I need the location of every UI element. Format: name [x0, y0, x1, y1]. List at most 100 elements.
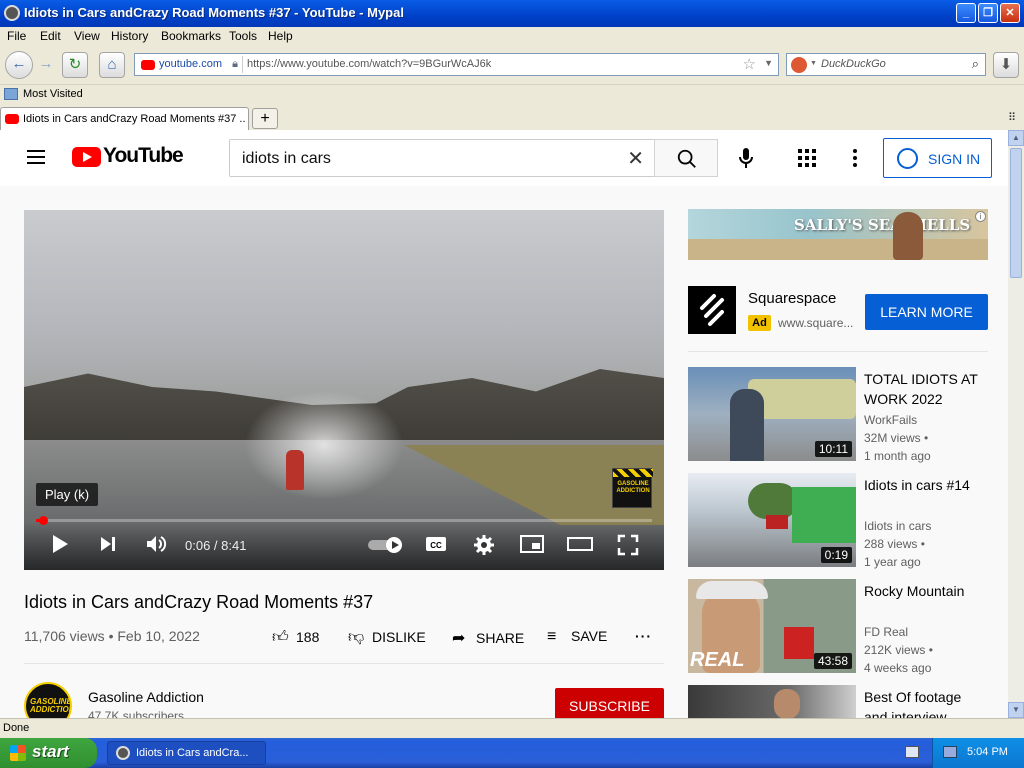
tab-active[interactable]: Idiots in Cars andCrazy Road Moments #37… [0, 107, 249, 130]
scroll-down-icon[interactable]: ▼ [1008, 702, 1024, 718]
menu-help[interactable]: Help [268, 29, 293, 43]
clock[interactable]: 5:04 PM [967, 746, 1008, 758]
youtube-search-button[interactable] [654, 139, 718, 177]
miniplayer-icon[interactable] [520, 534, 544, 554]
engine-dropdown-icon[interactable]: ▼ [810, 60, 817, 67]
back-button[interactable]: ← [5, 51, 33, 79]
page-scrollbar[interactable]: ▲ ▼ [1008, 130, 1024, 718]
fullscreen-icon[interactable] [617, 534, 639, 556]
download-arrow-icon: ⬇ [999, 56, 1013, 73]
start-button[interactable]: start [0, 738, 97, 768]
forward-button[interactable]: → [33, 52, 59, 78]
search-bar[interactable]: ▼ DuckDuckGo ⌕ [786, 53, 986, 76]
tab-bar: Idiots in Cars andCrazy Road Moments #37… [0, 105, 1024, 130]
youtube-logo-icon[interactable] [72, 147, 101, 167]
minimize-button[interactable]: _ [956, 3, 976, 23]
magnifier-icon [677, 149, 696, 168]
scrollbar-thumb[interactable] [1010, 148, 1022, 278]
settings-gear-icon[interactable] [473, 534, 495, 556]
channel-avatar[interactable]: GASOLINE ADDICTION [24, 682, 72, 718]
channel-watermark[interactable]: GASOLINE ADDICTION [612, 468, 653, 508]
learn-more-button[interactable]: LEARN MORE [865, 294, 988, 330]
navigation-toolbar: ← → ↻ ⌂ youtube.com 🔒︎ https://www.youtu… [0, 46, 1024, 84]
network-tray-icon[interactable] [943, 746, 957, 758]
taskbar-window-label: Idiots in Cars andCra... [136, 747, 249, 759]
video-frame-sky [24, 210, 664, 410]
menu-bookmarks[interactable]: Bookmarks [161, 29, 221, 43]
video-frame-spray [244, 390, 404, 500]
window-title-bar[interactable]: Idiots in Cars andCrazy Road Moments #37… [0, 0, 1024, 27]
video-thumbnail[interactable] [688, 685, 856, 718]
video-age: 1 year ago [864, 555, 921, 569]
youtube-search-input[interactable]: idiots in cars ✕ [229, 139, 655, 177]
menu-file[interactable]: File [7, 29, 26, 43]
recommended-video[interactable]: Best Of footage and interview [688, 685, 988, 718]
video-thumbnail[interactable]: 10:11 [688, 367, 856, 461]
clear-search-icon[interactable]: ✕ [627, 146, 644, 171]
status-text: Done [3, 722, 30, 734]
share-label: SHARE [476, 630, 525, 646]
search-query: idiots in cars [242, 150, 331, 167]
downloads-button[interactable]: ⬇ [993, 52, 1019, 78]
bookmarks-toolbar: Most Visited [0, 84, 1024, 105]
youtube-logo-text[interactable]: YouTube [103, 144, 184, 168]
video-thumbnail[interactable]: REAL 43:58 [688, 579, 856, 673]
more-actions-icon[interactable]: ··· [635, 628, 652, 644]
sponsored-ad[interactable]: Squarespace Ad www.square... LEARN MORE [688, 286, 988, 336]
youtube-favicon-icon [141, 60, 155, 70]
recommended-video[interactable]: 0:19 Idiots in cars #14 Idiots in cars 2… [688, 473, 988, 569]
apps-grid-icon[interactable] [798, 149, 816, 167]
thumbs-down-icon: 👎︎ [348, 629, 365, 646]
thumb-bus [792, 487, 856, 543]
subscribe-button[interactable]: SUBSCRIBE [555, 688, 664, 718]
keyboard-tray-icon[interactable] [905, 746, 919, 758]
bookmark-star-icon[interactable]: ☆ [743, 55, 756, 73]
menu-edit[interactable]: Edit [40, 29, 61, 43]
subtitles-icon[interactable]: CC [425, 534, 447, 554]
ad-banner[interactable]: SALLY'S SEASHELLS i [688, 209, 988, 260]
recommended-video[interactable]: REAL 43:58 Rocky Mountain FD Real 212K v… [688, 579, 988, 675]
reload-button[interactable]: ↻ [62, 52, 88, 78]
close-button[interactable]: ✕ [1000, 3, 1020, 23]
video-player[interactable]: GASOLINE ADDICTION Play (k) 0:06 / 8:41 … [24, 210, 664, 570]
theater-mode-icon[interactable] [567, 534, 593, 554]
channel-avatar-text: GASOLINE ADDICTION [30, 697, 72, 714]
channel-name[interactable]: Gasoline Addiction [88, 689, 204, 705]
autoplay-toggle-icon[interactable] [368, 536, 404, 554]
share-button[interactable]: ➦ SHARE [452, 628, 524, 648]
volume-icon[interactable] [145, 534, 167, 554]
url-dropdown-icon[interactable]: ▼ [764, 58, 773, 68]
ad-info-icon[interactable]: i [975, 211, 986, 222]
video-views: 212K views • [864, 643, 933, 657]
maximize-button[interactable]: ❐ [978, 3, 998, 23]
recommended-video[interactable]: 10:11 TOTAL IDIOTS AT WORK 2022 WorkFail… [688, 367, 988, 463]
microphone-icon[interactable] [737, 147, 755, 169]
sign-in-label: SIGN IN [928, 151, 981, 167]
taskbar-window-button[interactable]: Idiots in Cars andCra... [107, 741, 266, 765]
search-icon[interactable]: ⌕ [972, 56, 979, 72]
menu-view[interactable]: View [74, 29, 100, 43]
new-tab-button[interactable]: + [252, 108, 278, 129]
address-bar[interactable]: youtube.com 🔒︎ https://www.youtube.com/w… [134, 53, 779, 76]
like-button[interactable]: 👍︎ 188 [272, 628, 319, 647]
next-icon[interactable] [98, 534, 118, 554]
site-identity[interactable]: youtube.com 🔒︎ [137, 56, 243, 73]
video-views: 288 views • [864, 537, 925, 551]
home-button[interactable]: ⌂ [99, 52, 125, 78]
sign-in-button[interactable]: SIGN IN [883, 138, 992, 178]
thumb-bus [748, 379, 856, 419]
menu-history[interactable]: History [111, 29, 148, 43]
scroll-up-icon[interactable]: ▲ [1008, 130, 1024, 146]
play-icon[interactable] [50, 534, 70, 554]
thumb-train [784, 627, 814, 659]
youtube-header: YouTube idiots in cars ✕ SIGN IN [0, 130, 1008, 186]
save-label: SAVE [571, 628, 608, 644]
dislike-button[interactable]: 👎︎ DISLIKE [348, 628, 426, 647]
most-visited-bookmark[interactable]: Most Visited [23, 88, 83, 100]
save-button[interactable]: ≡ SAVE [547, 628, 607, 646]
menu-tools[interactable]: Tools [229, 29, 257, 43]
video-thumbnail[interactable]: 0:19 [688, 473, 856, 567]
tab-list-icon[interactable]: ⠿ [1008, 111, 1016, 124]
more-options-icon[interactable] [852, 149, 858, 167]
menu-hamburger-icon[interactable] [27, 150, 45, 152]
